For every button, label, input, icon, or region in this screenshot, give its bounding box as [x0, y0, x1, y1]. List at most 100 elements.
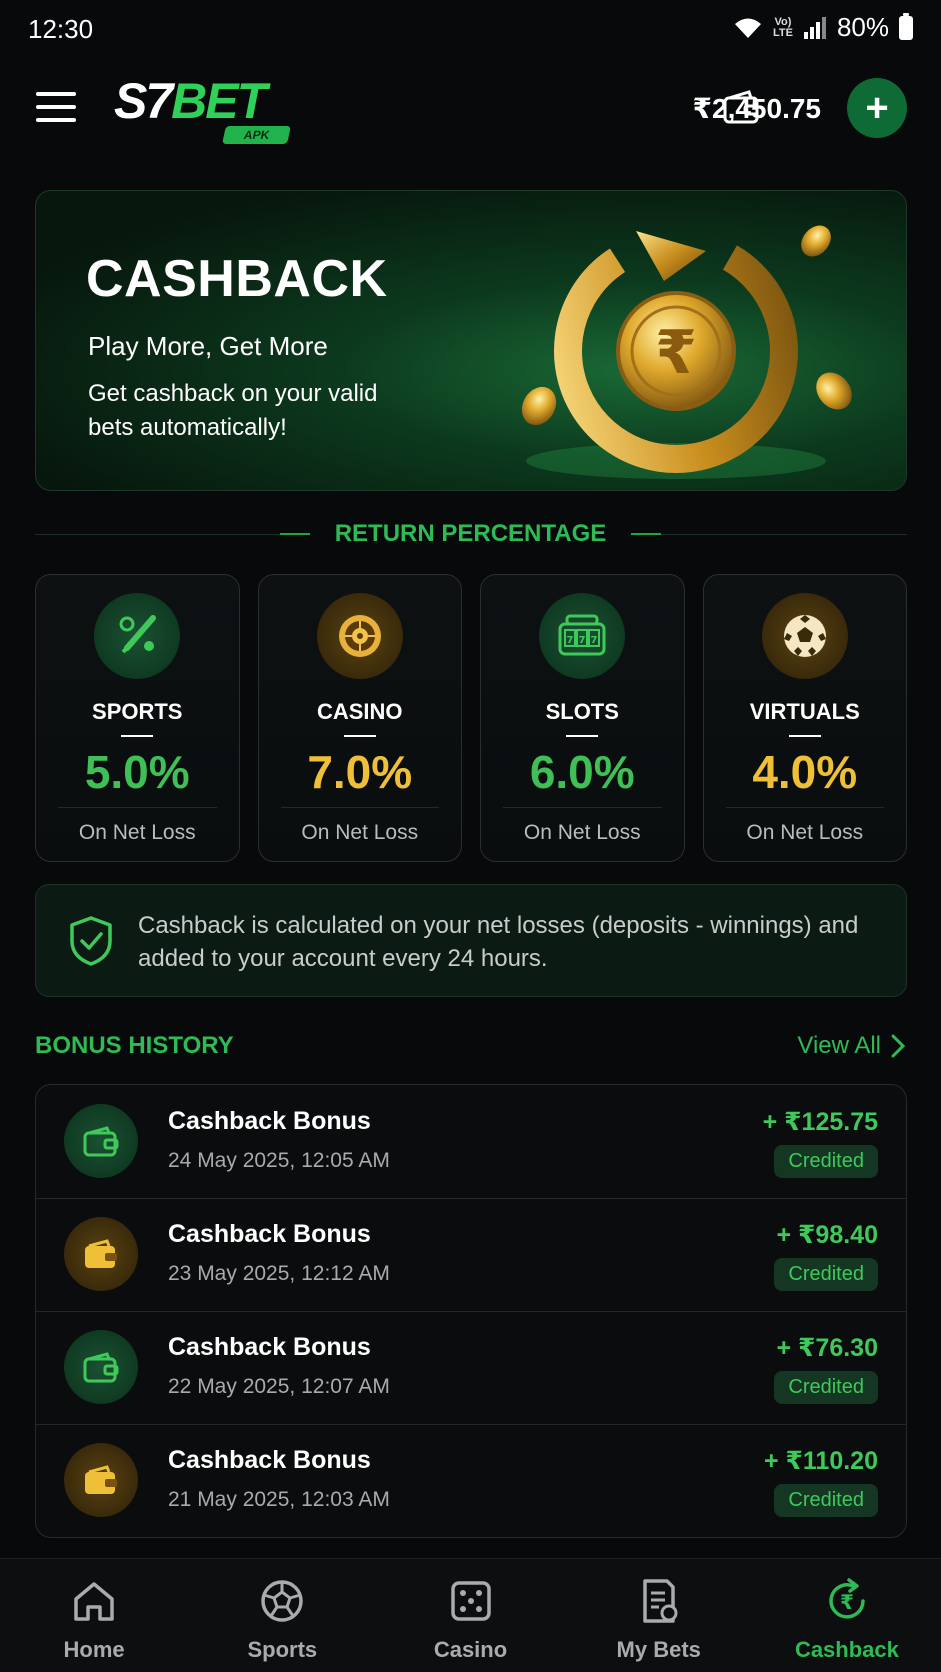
card-dash	[343, 735, 376, 737]
card-divider	[503, 807, 662, 808]
card-percentage: 7.0%	[307, 746, 413, 798]
cashback-info-box: Cashback is calculated on your net losse…	[35, 884, 907, 997]
dice-icon	[450, 1581, 491, 1621]
banner-title: CASHBACK	[86, 250, 388, 308]
wallet-icon	[64, 1217, 138, 1291]
section-divider-right	[661, 534, 907, 535]
card-percentage: 6.0%	[529, 746, 635, 798]
list-item[interactable]: Cashback Bonus 21 May 2025, 12:03 AM + ₹…	[36, 1424, 906, 1537]
app-logo[interactable]: S7BET APK	[114, 76, 304, 146]
nav-casino[interactable]: Casino	[376, 1559, 564, 1672]
cashback-icon: ₹	[829, 1578, 865, 1619]
nav-my-bets[interactable]: My Bets	[565, 1559, 753, 1672]
battery-percent: 80%	[836, 12, 889, 42]
card-note: On Net Loss	[523, 821, 641, 844]
list-item[interactable]: Cashback Bonus 24 May 2025, 12:05 AM + ₹…	[36, 1085, 906, 1198]
svg-text:₹: ₹	[840, 1590, 854, 1614]
wallet-icon	[64, 1330, 138, 1404]
nav-label: Sports	[247, 1637, 318, 1662]
status-badge: Credited	[774, 1258, 878, 1291]
nav-label: Casino	[433, 1637, 508, 1662]
slot-machine-icon: 7 7 7	[539, 593, 626, 679]
home-icon	[74, 1582, 114, 1621]
nav-label: Home	[63, 1637, 125, 1662]
wallet-icon	[64, 1104, 138, 1178]
bonus-amount: + ₹98.40	[776, 1221, 878, 1249]
status-time: 12:30	[28, 14, 94, 44]
card-note: On Net Loss	[746, 821, 864, 844]
card-title: SPORTS	[92, 699, 183, 724]
cricket-icon	[94, 593, 181, 679]
banner-description: Get cashback on your valid bets automati…	[88, 380, 378, 441]
bonus-history-title: BONUS HISTORY	[35, 1032, 234, 1059]
return-card-sports[interactable]: SPORTS 5.0% On Net Loss	[35, 574, 240, 862]
status-badge: Credited	[774, 1145, 878, 1178]
return-cards: SPORTS 5.0% On Net Loss CASINO 7.0% On N…	[35, 574, 907, 862]
signal-icon	[803, 16, 826, 39]
card-divider	[725, 807, 884, 808]
bonus-date: 22 May 2025, 12:07 AM	[168, 1375, 390, 1398]
shield-check-icon	[70, 916, 112, 966]
card-title: SLOTS	[545, 699, 619, 724]
volte-indicator: Vo) LTE	[772, 15, 793, 39]
nav-label: My Bets	[616, 1637, 701, 1662]
bonus-date: 23 May 2025, 12:12 AM	[168, 1262, 390, 1285]
nav-home[interactable]: Home	[0, 1559, 188, 1672]
wallet-icon	[64, 1443, 138, 1517]
card-divider	[280, 807, 439, 808]
battery-icon	[899, 12, 913, 40]
section-accent-right	[631, 533, 661, 535]
card-percentage: 4.0%	[752, 746, 858, 798]
return-card-casino[interactable]: CASINO 7.0% On Net Loss	[257, 574, 462, 862]
bonus-name: Cashback Bonus	[168, 1333, 371, 1361]
status-badge: Credited	[774, 1371, 878, 1404]
nav-sports[interactable]: Sports	[188, 1559, 376, 1672]
return-card-slots[interactable]: 7 7 7 SLOTS 6.0% On Net Loss	[480, 574, 685, 862]
wallet-balance[interactable]: ₹2,450.75	[693, 92, 821, 125]
svg-text:7: 7	[591, 635, 598, 646]
view-all-label: View All	[797, 1032, 881, 1059]
roulette-icon	[316, 593, 403, 679]
list-item[interactable]: Cashback Bonus 22 May 2025, 12:07 AM + ₹…	[36, 1311, 906, 1424]
wifi-icon	[734, 18, 761, 38]
bonus-amount: + ₹110.20	[763, 1447, 878, 1475]
card-divider	[58, 807, 217, 808]
bonus-history-list: Cashback Bonus 24 May 2025, 12:05 AM + ₹…	[35, 1084, 907, 1538]
bottom-nav: Home Sports Casino My Bets ₹ Cashback	[0, 1558, 941, 1672]
view-all-link[interactable]: View All	[797, 1032, 905, 1060]
soccer-ball-icon	[761, 593, 848, 679]
card-title: CASINO	[316, 699, 403, 724]
info-text: Cashback is calculated on your net losse…	[138, 912, 859, 972]
card-dash	[121, 735, 154, 737]
card-dash	[788, 735, 821, 737]
rupee-cashback-illustration: ₹	[521, 225, 852, 479]
svg-text:₹: ₹	[655, 318, 697, 388]
status-bar: 12:30 Vo) LTE 80%	[0, 0, 941, 58]
menu-button[interactable]	[36, 92, 76, 126]
return-card-virtuals[interactable]: VIRTUALS 4.0% On Net Loss	[702, 574, 907, 862]
nav-cashback[interactable]: ₹ Cashback	[753, 1559, 941, 1672]
app-header: S7BET APK ₹2,450.75 +	[0, 70, 941, 150]
status-badge: Credited	[774, 1484, 878, 1517]
bonus-name: Cashback Bonus	[168, 1446, 371, 1474]
card-percentage: 5.0%	[84, 746, 190, 798]
list-item[interactable]: Cashback Bonus 23 May 2025, 12:12 AM + ₹…	[36, 1198, 906, 1311]
banner-subtitle: Play More, Get More	[88, 331, 328, 361]
bonus-name: Cashback Bonus	[168, 1220, 371, 1248]
ball-icon	[261, 1580, 304, 1622]
bet-slip-icon	[642, 1579, 678, 1623]
card-title: VIRTUALS	[749, 699, 860, 724]
chevron-right-icon	[891, 1034, 905, 1058]
add-funds-button[interactable]: +	[847, 78, 907, 138]
nav-label: Cashback	[794, 1637, 899, 1662]
svg-text:7: 7	[579, 635, 586, 646]
bonus-date: 21 May 2025, 12:03 AM	[168, 1488, 390, 1511]
svg-text:7: 7	[567, 635, 574, 646]
cashback-banner[interactable]: CASHBACK Play More, Get More Get cashbac…	[35, 190, 907, 491]
card-dash	[566, 735, 599, 737]
bonus-name: Cashback Bonus	[168, 1107, 371, 1135]
card-note: On Net Loss	[301, 821, 419, 844]
status-icons: Vo) LTE 80%	[733, 12, 913, 43]
bonus-amount: + ₹125.75	[762, 1108, 878, 1136]
logo-apk-badge: APK	[222, 126, 292, 144]
